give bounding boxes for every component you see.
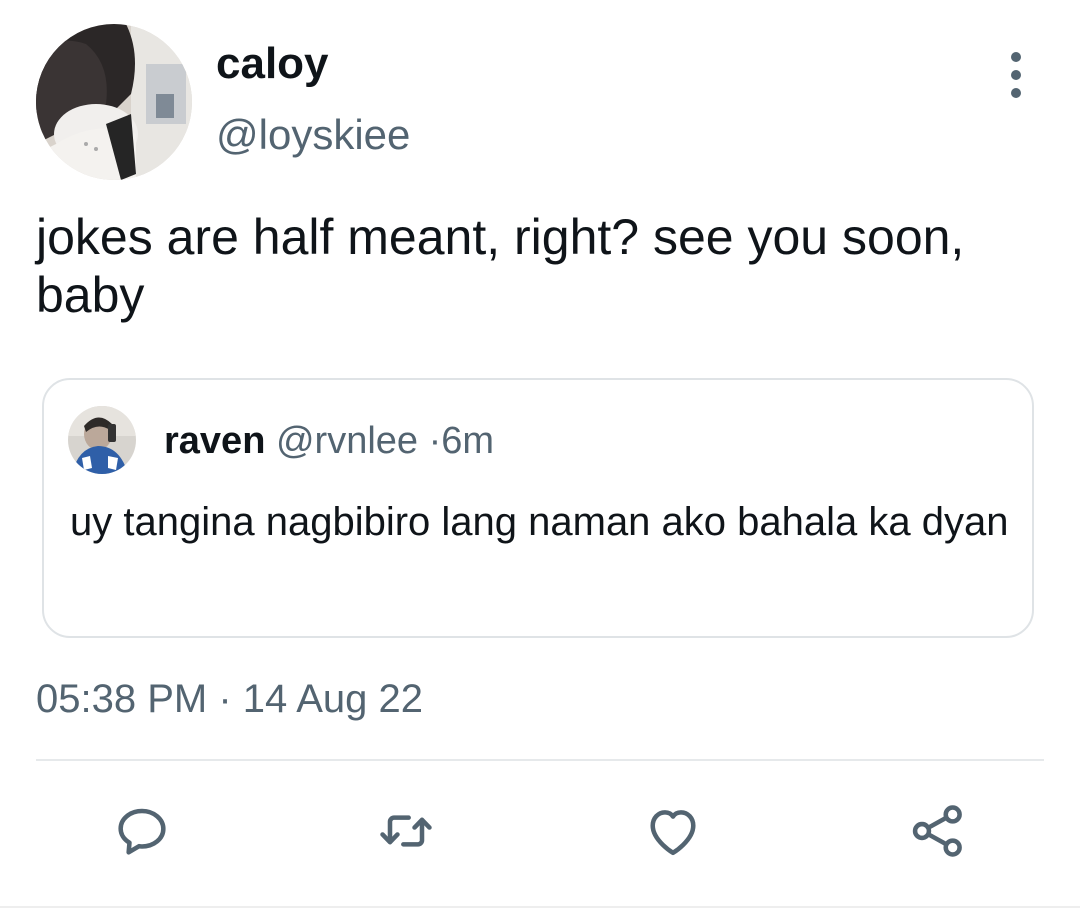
quoted-author-display-name[interactable]: raven bbox=[164, 420, 265, 462]
quoted-tweet-text: uy tangina nagbibiro lang naman ako baha… bbox=[70, 500, 1009, 544]
timestamp-separator: · bbox=[218, 677, 232, 721]
quoted-tweet-card[interactable]: raven @rvnlee ·6m uy tangina nagbibiro l… bbox=[42, 378, 1034, 638]
share-icon bbox=[912, 805, 962, 857]
tweet-date: 14 Aug 22 bbox=[242, 677, 423, 721]
divider bbox=[36, 759, 1044, 761]
more-options-button[interactable] bbox=[996, 52, 1036, 98]
tweet-action-bar bbox=[0, 796, 1080, 866]
quoted-tweet-header: raven @rvnlee ·6m bbox=[164, 418, 494, 464]
more-vertical-icon bbox=[1011, 70, 1021, 80]
author-avatar[interactable] bbox=[36, 24, 192, 180]
reply-icon bbox=[118, 808, 166, 855]
tweet-text: jokes are half meant, right? see you soo… bbox=[36, 209, 965, 323]
reply-button[interactable] bbox=[107, 796, 177, 866]
tweet-timestamp: 05:38 PM · 14 Aug 22 bbox=[36, 674, 423, 724]
like-button[interactable] bbox=[638, 796, 708, 866]
tweet-time: 05:38 PM bbox=[36, 677, 208, 721]
author-display-name[interactable]: caloy bbox=[216, 38, 329, 90]
more-vertical-icon bbox=[1011, 88, 1021, 98]
bottom-divider bbox=[0, 906, 1080, 908]
quoted-author-avatar[interactable] bbox=[68, 406, 136, 474]
retweet-button[interactable] bbox=[371, 796, 441, 866]
heart-icon bbox=[650, 810, 696, 856]
quoted-author-handle[interactable]: @rvnlee bbox=[276, 420, 418, 462]
author-handle[interactable]: @loyskiee bbox=[216, 110, 410, 160]
more-vertical-icon bbox=[1011, 52, 1021, 62]
share-button[interactable] bbox=[903, 796, 973, 866]
retweet-icon bbox=[380, 815, 432, 847]
quoted-tweet-separator: · bbox=[428, 420, 442, 462]
quoted-tweet-age: 6m bbox=[441, 420, 495, 462]
